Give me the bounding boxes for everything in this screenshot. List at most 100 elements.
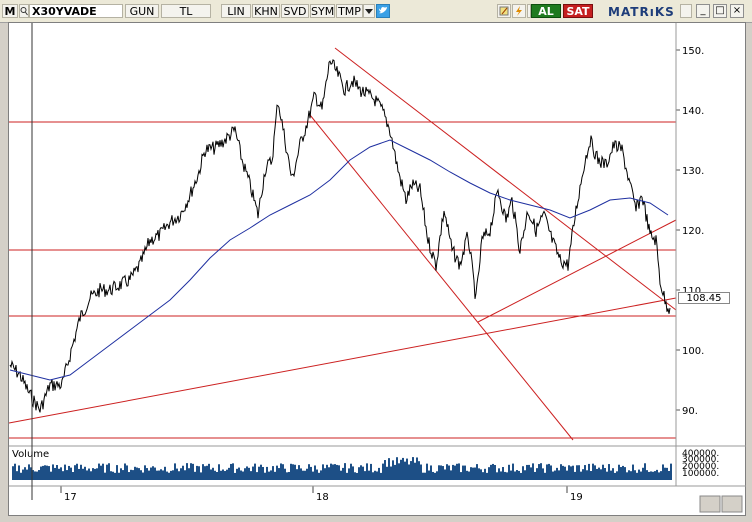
volume-bar: [438, 465, 440, 480]
volume-bar: [110, 471, 112, 480]
scroll-right-icon[interactable]: [721, 495, 743, 513]
volume-bar: [242, 471, 244, 480]
volume-bar: [250, 471, 252, 480]
volume-bar: [98, 463, 100, 480]
volume-bar: [80, 464, 82, 480]
volume-bar: [172, 470, 174, 480]
volume-bar: [540, 463, 542, 480]
volume-bar: [440, 465, 442, 480]
volume-bar: [546, 464, 548, 480]
refresh-chart-icon[interactable]: [699, 495, 721, 513]
volume-bar: [166, 471, 168, 480]
volume-bar: [62, 471, 64, 480]
volume-bar: [200, 472, 202, 480]
volume-bar: [316, 469, 318, 480]
volume-bar: [196, 465, 198, 480]
volume-bar: [132, 470, 134, 480]
volume-bar: [202, 464, 204, 480]
volume-bar: [654, 471, 656, 480]
volume-bar: [522, 466, 524, 480]
volume-bar: [554, 470, 556, 480]
volume-bar: [128, 472, 130, 480]
volume-bar: [388, 458, 390, 480]
volume-bar: [578, 465, 580, 480]
volume-bar: [630, 471, 632, 480]
volume-bar: [148, 470, 150, 480]
volume-bar: [472, 467, 474, 480]
volume-bar: [374, 470, 376, 480]
volume-bar: [528, 464, 530, 480]
volume-bar: [586, 470, 588, 480]
volume-bar: [58, 468, 60, 480]
volume-bar: [188, 468, 190, 480]
volume-bar: [382, 463, 384, 480]
volume-bar: [496, 472, 498, 480]
volume-bar: [136, 467, 138, 480]
volume-bar: [68, 465, 70, 480]
volume-bar: [124, 463, 126, 480]
volume-bar: [282, 464, 284, 480]
volume-bar: [254, 463, 256, 480]
volume-bar: [18, 465, 20, 480]
volume-bar: [114, 472, 116, 480]
y-tick-label: 150.: [682, 46, 704, 57]
volume-bar: [120, 468, 122, 480]
volume-bar: [520, 472, 522, 480]
volume-bar: [268, 471, 270, 480]
volume-bar: [638, 469, 640, 480]
volume-bar: [46, 465, 48, 480]
volume-bar: [56, 465, 58, 480]
volume-bar: [350, 463, 352, 480]
volume-bar: [96, 468, 98, 480]
volume-bar: [606, 471, 608, 480]
volume-bar: [422, 472, 424, 480]
volume-bar: [272, 466, 274, 480]
volume-bar: [358, 467, 360, 480]
volume-bar: [592, 463, 594, 480]
volume-bar: [224, 471, 226, 480]
volume-bar: [450, 470, 452, 480]
volume-bar: [652, 471, 654, 480]
volume-bar: [548, 463, 550, 480]
volume-bar: [326, 464, 328, 480]
volume-bar: [470, 467, 472, 480]
volume-bar: [486, 472, 488, 480]
volume-bar: [448, 465, 450, 480]
chart-canvas: 150.140.130.120.110.100.90.400000.300000…: [8, 23, 746, 513]
volume-bar: [576, 465, 578, 480]
volume-bar: [584, 465, 586, 480]
volume-bar: [376, 471, 378, 480]
volume-bar: [244, 468, 246, 480]
volume-bar: [594, 465, 596, 480]
volume-bar: [410, 461, 412, 480]
volume-bar: [464, 465, 466, 480]
volume-bar: [184, 470, 186, 480]
volume-bar: [262, 466, 264, 480]
volume-bar: [328, 467, 330, 480]
volume-bar: [324, 468, 326, 480]
volume-bar: [508, 464, 510, 480]
volume-bar: [502, 467, 504, 480]
volume-bar: [452, 464, 454, 480]
volume-bar: [216, 471, 218, 480]
volume-bar: [12, 466, 14, 480]
volume-bar: [488, 467, 490, 480]
volume-bar: [14, 463, 16, 480]
volume-bar: [236, 468, 238, 480]
volume-bar: [442, 466, 444, 480]
volume-bar: [620, 467, 622, 480]
volume-bar: [112, 471, 114, 480]
volume-bar: [466, 470, 468, 480]
volume-bar: [70, 467, 72, 480]
volume-tick-label: 100000.: [682, 469, 719, 479]
x-tick-label: 18: [316, 492, 329, 503]
volume-bar: [454, 465, 456, 480]
volume-bar: [314, 465, 316, 480]
volume-bar: [482, 472, 484, 480]
y-tick-label: 120.: [682, 226, 704, 237]
volume-bar: [364, 471, 366, 480]
volume-bar: [550, 465, 552, 480]
volume-bar: [346, 472, 348, 480]
volume-bar: [640, 471, 642, 480]
volume-bar: [246, 466, 248, 480]
